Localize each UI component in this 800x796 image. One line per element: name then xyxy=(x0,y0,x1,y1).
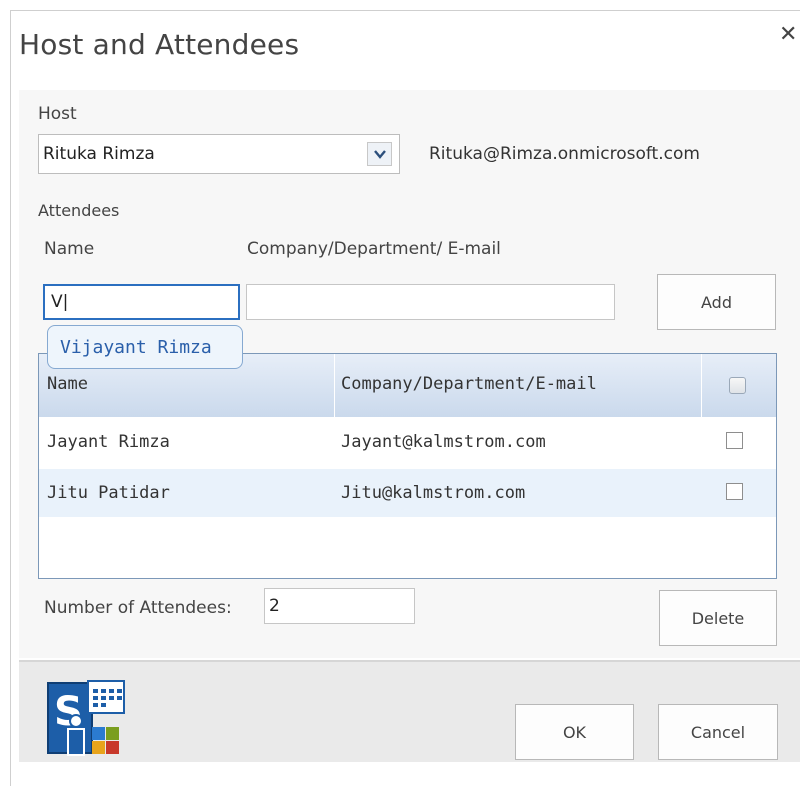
table-row[interactable]: Jayant Rimza Jayant@kalmstrom.com xyxy=(39,418,776,466)
row-name: Jayant Rimza xyxy=(47,432,170,452)
header-company: Company/Department/E-mail xyxy=(341,374,597,394)
attendee-name-input[interactable] xyxy=(43,284,240,320)
dialog-title: Host and Attendees xyxy=(19,28,300,61)
company-column-label: Company/Department/ E-mail xyxy=(247,239,501,259)
attendee-table: Name Company/Department/E-mail Jayant Ri… xyxy=(38,353,777,579)
add-button[interactable]: Add xyxy=(657,274,776,330)
close-icon[interactable]: ✕ xyxy=(779,22,797,47)
name-column-label: Name xyxy=(44,239,95,259)
table-row[interactable]: Jitu Patidar Jitu@kalmstrom.com xyxy=(39,469,776,517)
row-name: Jitu Patidar xyxy=(47,483,170,503)
attendees-label: Attendees xyxy=(38,201,120,220)
row-email: Jitu@kalmstrom.com xyxy=(341,483,526,503)
attendee-count-field[interactable] xyxy=(264,588,415,624)
row-checkbox[interactable] xyxy=(726,432,743,449)
host-selected-value: Rituka Rimza xyxy=(43,144,155,164)
row-email: Jayant@kalmstrom.com xyxy=(341,432,546,452)
host-select[interactable]: Rituka Rimza xyxy=(38,134,400,174)
select-all-checkbox[interactable] xyxy=(729,377,746,394)
host-email: Rituka@Rimza.onmicrosoft.com xyxy=(429,144,700,164)
header-name: Name xyxy=(47,374,88,394)
column-divider xyxy=(334,354,335,417)
column-divider xyxy=(701,354,702,417)
host-label: Host xyxy=(38,104,77,124)
ok-button[interactable]: OK xyxy=(515,704,634,760)
cancel-button[interactable]: Cancel xyxy=(658,704,778,760)
app-logo-icon: S xyxy=(36,677,132,769)
attendee-count-label: Number of Attendees: xyxy=(44,598,232,618)
delete-button[interactable]: Delete xyxy=(659,590,777,646)
row-checkbox[interactable] xyxy=(726,483,743,500)
chevron-down-icon[interactable] xyxy=(367,142,392,166)
attendee-company-input[interactable] xyxy=(246,284,615,320)
autocomplete-suggestion[interactable]: Vijayant Rimza xyxy=(47,325,243,369)
